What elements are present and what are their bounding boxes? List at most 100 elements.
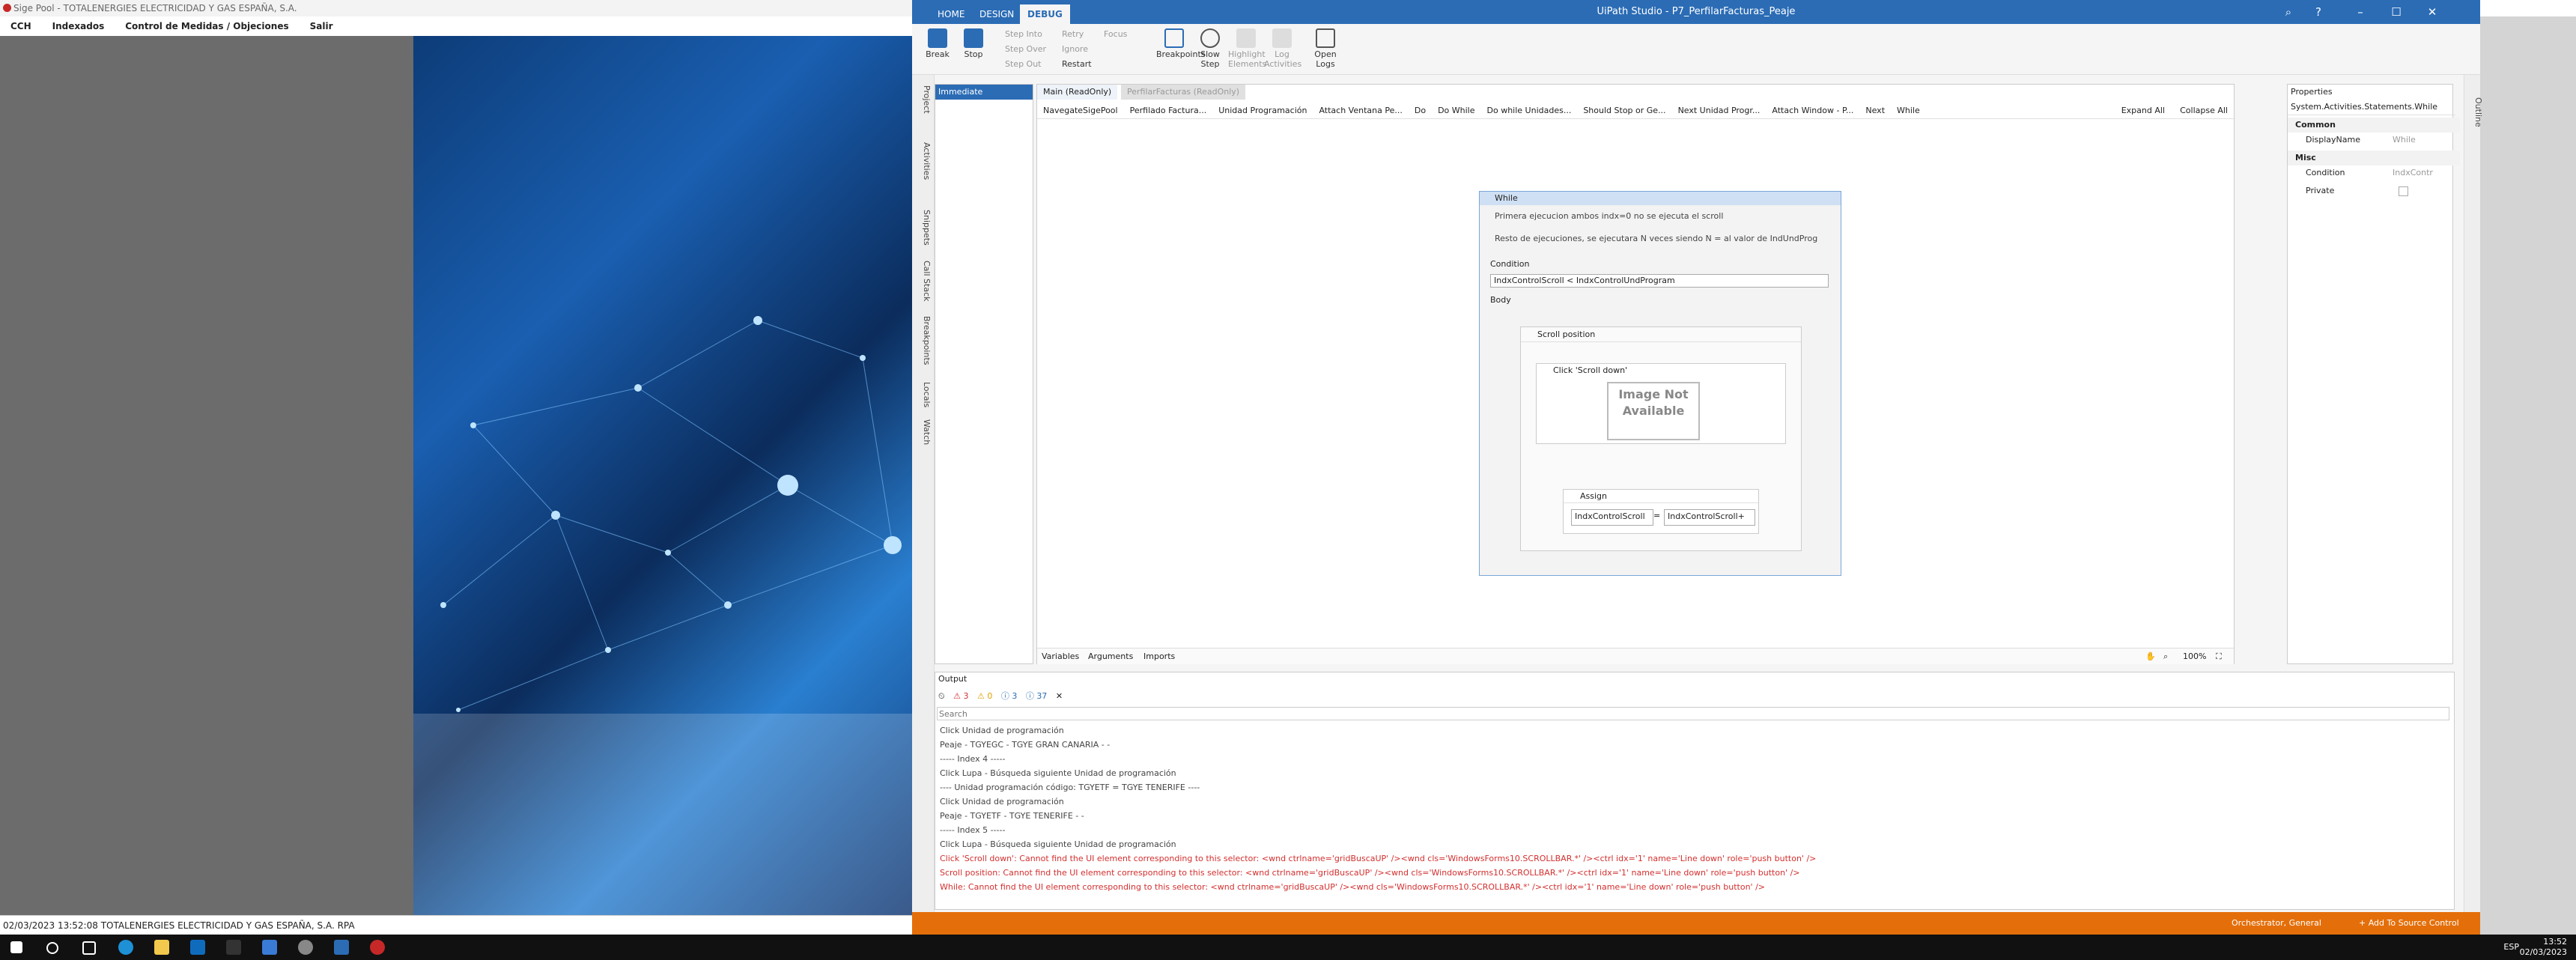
breadcrumb-item[interactable]: Unidad Programación bbox=[1218, 106, 1307, 115]
output-log-entry[interactable]: Peaje - TGYEGC - TGYE GRAN CANARIA - - bbox=[940, 738, 1110, 752]
help-icon[interactable]: ? bbox=[2303, 0, 2333, 24]
private-checkbox[interactable] bbox=[2399, 186, 2408, 196]
open-logs-button[interactable]: Open Logs bbox=[1307, 28, 1343, 69]
breadcrumb-item[interactable]: Do while Unidades... bbox=[1487, 106, 1572, 115]
stop-button[interactable]: Stop bbox=[956, 28, 991, 59]
output-log-entry[interactable]: Click Lupa - Búsqueda siguiente Unidad d… bbox=[940, 837, 1176, 851]
focus-button[interactable]: Focus bbox=[1104, 27, 1127, 42]
clock-time[interactable]: 13:52 bbox=[2520, 937, 2567, 947]
app-icon[interactable] bbox=[298, 940, 313, 955]
log-activities-button[interactable]: Log Activities bbox=[1264, 28, 1301, 69]
expand-all-button[interactable]: Expand All bbox=[2121, 103, 2165, 119]
tab-home[interactable]: HOME bbox=[930, 4, 972, 24]
app-icon[interactable] bbox=[226, 940, 241, 955]
error-filter-button[interactable]: ⚠ 3 bbox=[953, 691, 968, 701]
side-tab-project[interactable]: Project bbox=[915, 85, 932, 114]
slow-step-button[interactable]: Slow Step bbox=[1192, 28, 1228, 69]
output-log-entry[interactable]: ----- Index 4 ----- bbox=[940, 752, 1005, 766]
output-log-entry[interactable]: Click Unidad de programación bbox=[940, 723, 1064, 738]
windows-start-icon[interactable] bbox=[10, 941, 22, 953]
side-tab-breakpoints[interactable]: Breakpoints bbox=[915, 316, 932, 365]
menu-item-cch[interactable]: CCH bbox=[10, 21, 31, 31]
arguments-tab[interactable]: Arguments bbox=[1088, 648, 1133, 665]
breadcrumb-item[interactable]: Attach Ventana Pe... bbox=[1319, 106, 1402, 115]
doc-tab-perfilar[interactable]: PerfilarFacturas (ReadOnly) bbox=[1121, 85, 1246, 100]
properties-category-misc[interactable]: Misc bbox=[2288, 151, 2460, 165]
side-tab-call-stack[interactable]: Call Stack bbox=[915, 261, 932, 301]
output-log-entry[interactable]: Click Lupa - Búsqueda siguiente Unidad d… bbox=[940, 766, 1176, 780]
output-log-entry[interactable]: While: Cannot find the UI element corres… bbox=[940, 880, 1765, 894]
search-icon[interactable]: ⌕ bbox=[2273, 0, 2303, 24]
restart-button[interactable]: Restart bbox=[1062, 57, 1092, 72]
variables-tab[interactable]: Variables bbox=[1042, 648, 1079, 665]
imports-tab[interactable]: Imports bbox=[1143, 648, 1175, 665]
breadcrumb-item[interactable]: Do While bbox=[1438, 106, 1474, 115]
output-search-input[interactable] bbox=[937, 707, 2449, 720]
property-condition-value[interactable]: IndxContr bbox=[2393, 165, 2437, 180]
break-button[interactable]: Break bbox=[920, 28, 956, 59]
side-tab-watch[interactable]: Watch bbox=[915, 419, 932, 445]
output-log-entry[interactable]: Click 'Scroll down': Cannot find the UI … bbox=[940, 851, 1816, 866]
outlook-icon[interactable] bbox=[190, 940, 205, 955]
clock-icon[interactable]: ⏲ bbox=[938, 691, 945, 701]
menu-item-salir[interactable]: Salir bbox=[310, 21, 333, 31]
breadcrumb-item[interactable]: While bbox=[1897, 106, 1920, 115]
breadcrumb-item[interactable]: Perfilado Factura... bbox=[1130, 106, 1207, 115]
assign-to-field[interactable]: IndxControlScroll bbox=[1571, 509, 1653, 526]
assign-value-field[interactable]: IndxControlScroll+ bbox=[1664, 509, 1755, 526]
side-tab-outline[interactable]: Outline bbox=[2467, 97, 2483, 127]
breadcrumb-item[interactable]: NavegateSigePool bbox=[1043, 106, 1118, 115]
tab-debug[interactable]: DEBUG bbox=[1020, 4, 1070, 24]
side-tab-activities[interactable]: Activities bbox=[915, 142, 932, 180]
minimize-button[interactable]: – bbox=[2345, 0, 2375, 24]
menu-item-control-medidas[interactable]: Control de Medidas / Objeciones bbox=[125, 21, 288, 31]
info-filter-button[interactable]: ⓘ 3 bbox=[1001, 691, 1018, 701]
scroll-position-activity[interactable]: Scroll position Click 'Scroll down' Imag… bbox=[1520, 326, 1802, 551]
side-tab-locals[interactable]: Locals bbox=[915, 382, 932, 407]
properties-category-common[interactable]: Common bbox=[2288, 118, 2460, 133]
retry-button[interactable]: Retry bbox=[1062, 27, 1084, 42]
breadcrumb-item[interactable]: Should Stop or Ge... bbox=[1583, 106, 1665, 115]
step-out-button[interactable]: Step Out bbox=[1005, 57, 1042, 72]
breadcrumb-item[interactable]: Next Unidad Progr... bbox=[1678, 106, 1761, 115]
fit-screen-icon[interactable]: ⛶ bbox=[2216, 648, 2222, 665]
close-button[interactable]: ✕ bbox=[2417, 0, 2447, 24]
while-activity[interactable]: While Primera ejecucion ambos indx=0 no … bbox=[1479, 191, 1841, 576]
output-log-entry[interactable]: Scroll position: Cannot find the UI elem… bbox=[940, 866, 1800, 880]
output-log-entry[interactable]: Click Unidad de programación bbox=[940, 795, 1064, 809]
doc-tab-main[interactable]: Main (ReadOnly) bbox=[1037, 85, 1118, 100]
highlight-elements-button[interactable]: Highlight Elements bbox=[1228, 28, 1266, 69]
uipath-studio-icon[interactable] bbox=[334, 940, 349, 955]
ignore-button[interactable]: Ignore bbox=[1062, 42, 1088, 57]
sige-pool-icon[interactable] bbox=[370, 940, 385, 955]
task-view-icon[interactable] bbox=[82, 941, 96, 955]
breakpoints-button[interactable]: Breakpoints bbox=[1156, 28, 1206, 59]
zoom-icon[interactable]: ⌕ bbox=[2163, 648, 2168, 665]
trace-filter-button[interactable]: ⓘ 37 bbox=[1026, 691, 1048, 701]
menu-item-indexados[interactable]: Indexados bbox=[52, 21, 105, 31]
step-into-button[interactable]: Step Into bbox=[1005, 27, 1042, 42]
clear-icon[interactable]: ✕ bbox=[1056, 691, 1063, 701]
breadcrumb-item[interactable]: Do bbox=[1415, 106, 1426, 115]
warning-filter-button[interactable]: ⚠ 0 bbox=[977, 691, 992, 701]
search-icon[interactable] bbox=[46, 942, 58, 954]
property-displayname-value[interactable]: While bbox=[2393, 133, 2445, 148]
add-source-control-button[interactable]: + Add To Source Control bbox=[2359, 912, 2459, 935]
breadcrumb-item[interactable]: Attach Window - P... bbox=[1772, 106, 1853, 115]
uipath-icon[interactable] bbox=[262, 940, 277, 955]
edge-icon[interactable] bbox=[118, 940, 133, 955]
zoom-level[interactable]: 100% bbox=[2183, 648, 2206, 665]
side-tab-snippets[interactable]: Snippets bbox=[915, 210, 932, 246]
tab-design[interactable]: DESIGN bbox=[972, 4, 1021, 24]
orchestrator-status[interactable]: Orchestrator, General bbox=[2232, 912, 2321, 935]
maximize-button[interactable]: ☐ bbox=[2381, 0, 2411, 24]
pan-icon[interactable]: ✋ bbox=[2145, 648, 2156, 665]
file-explorer-icon[interactable] bbox=[154, 940, 169, 955]
output-log-entry[interactable]: Peaje - TGYETF - TGYE TENERIFE - - bbox=[940, 809, 1084, 823]
clock-date[interactable]: 02/03/2023 bbox=[2520, 947, 2567, 958]
language-indicator[interactable]: ESP bbox=[2503, 942, 2519, 953]
output-log-entry[interactable]: ----- Index 5 ----- bbox=[940, 823, 1005, 837]
step-over-button[interactable]: Step Over bbox=[1005, 42, 1046, 57]
breadcrumb-item[interactable]: Next bbox=[1865, 106, 1885, 115]
output-log-entry[interactable]: ---- Unidad programación código: TGYETF … bbox=[940, 780, 1200, 795]
